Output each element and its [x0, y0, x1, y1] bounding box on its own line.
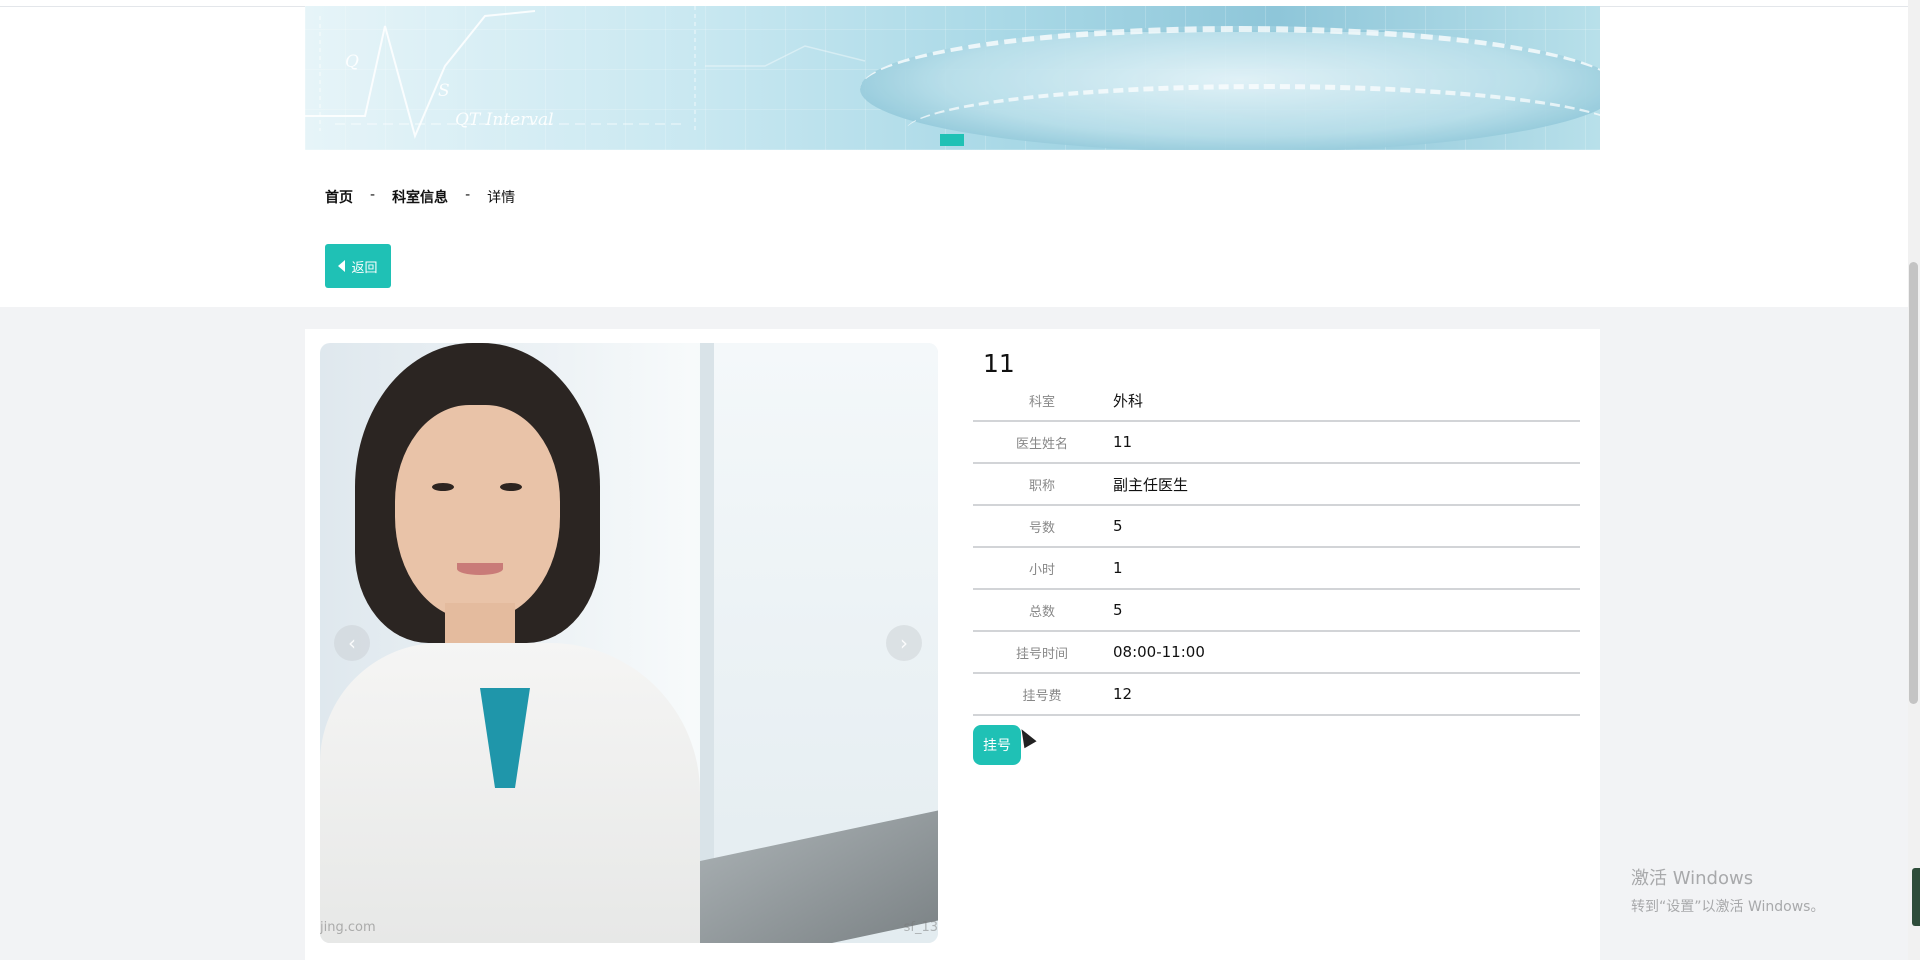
row-value: 11 [1111, 421, 1580, 464]
table-row: 挂号时间 08:00-11:00 [973, 631, 1580, 674]
row-label: 职称 [973, 463, 1111, 506]
photo-eye [500, 483, 522, 491]
row-label: 小时 [973, 547, 1111, 590]
breadcrumb-separator: - [465, 187, 471, 203]
windows-activation-watermark: 激活 Windows 转到“设置”以激活 Windows。 [1631, 864, 1824, 916]
row-value: 1 [1111, 547, 1580, 590]
back-button-label: 返回 [351, 260, 378, 276]
photo-window-frame [700, 343, 714, 943]
photo-watermark-right: sf_13 [903, 920, 938, 935]
activation-title: 激活 Windows [1631, 868, 1754, 889]
detail-table: 科室 外科 医生姓名 11 职称 副主任医生 号数 5 小时 1 总数 5 挂号… [973, 380, 1580, 716]
detail-title: 11 [983, 349, 1015, 378]
row-value: 外科 [1111, 380, 1580, 422]
row-label: 挂号时间 [973, 631, 1111, 674]
row-value: 副主任医生 [1111, 463, 1580, 506]
photo-watermark-left: jing.com [320, 920, 376, 935]
row-value: 5 [1111, 505, 1580, 548]
row-value: 12 [1111, 673, 1580, 716]
ecg-wave-graphic [305, 6, 866, 140]
breadcrumb-current: 详情 [487, 190, 516, 206]
banner-label-q: Q [345, 52, 359, 72]
table-row: 职称 副主任医生 [973, 463, 1580, 506]
breadcrumb-separator: - [370, 187, 376, 203]
carousel-indicator[interactable] [940, 134, 964, 146]
photo-face [395, 405, 560, 620]
breadcrumb-section[interactable]: 科室信息 [392, 187, 448, 207]
tray-widget[interactable] [1912, 868, 1920, 926]
table-row: 医生姓名 11 [973, 421, 1580, 464]
row-label: 医生姓名 [973, 421, 1111, 464]
table-row: 号数 5 [973, 505, 1580, 548]
scrollbar-thumb[interactable] [1909, 262, 1918, 704]
photo-eye [432, 483, 454, 491]
next-arrow-icon[interactable]: › [886, 625, 922, 661]
prev-arrow-icon[interactable]: ‹ [334, 625, 370, 661]
back-button[interactable]: 返回 [325, 244, 391, 288]
banner-carousel: Q S QT Interval [305, 6, 1600, 150]
table-row: 挂号费 12 [973, 673, 1580, 716]
caret-left-icon [338, 260, 346, 272]
row-label: 总数 [973, 589, 1111, 632]
table-row: 总数 5 [973, 589, 1580, 632]
activation-subtitle: 转到“设置”以激活 Windows。 [1631, 899, 1825, 915]
row-label: 挂号费 [973, 673, 1111, 716]
row-label: 科室 [973, 380, 1111, 422]
banner-label-qt: QT Interval [455, 110, 554, 130]
row-label: 号数 [973, 505, 1111, 548]
doctor-photo: jing.com sf_13 ‹ › [320, 343, 938, 943]
table-row: 小时 1 [973, 547, 1580, 590]
photo-lip [457, 563, 503, 575]
row-value: 08:00-11:00 [1111, 631, 1580, 674]
table-row: 科室 外科 [973, 380, 1580, 422]
register-button[interactable]: 挂号 [973, 725, 1021, 765]
row-value: 5 [1111, 589, 1580, 632]
banner-label-s: S [438, 81, 450, 101]
breadcrumb-home[interactable]: 首页 [325, 187, 353, 207]
breadcrumb: 首页 - 科室信息 - 详情 [325, 187, 515, 207]
